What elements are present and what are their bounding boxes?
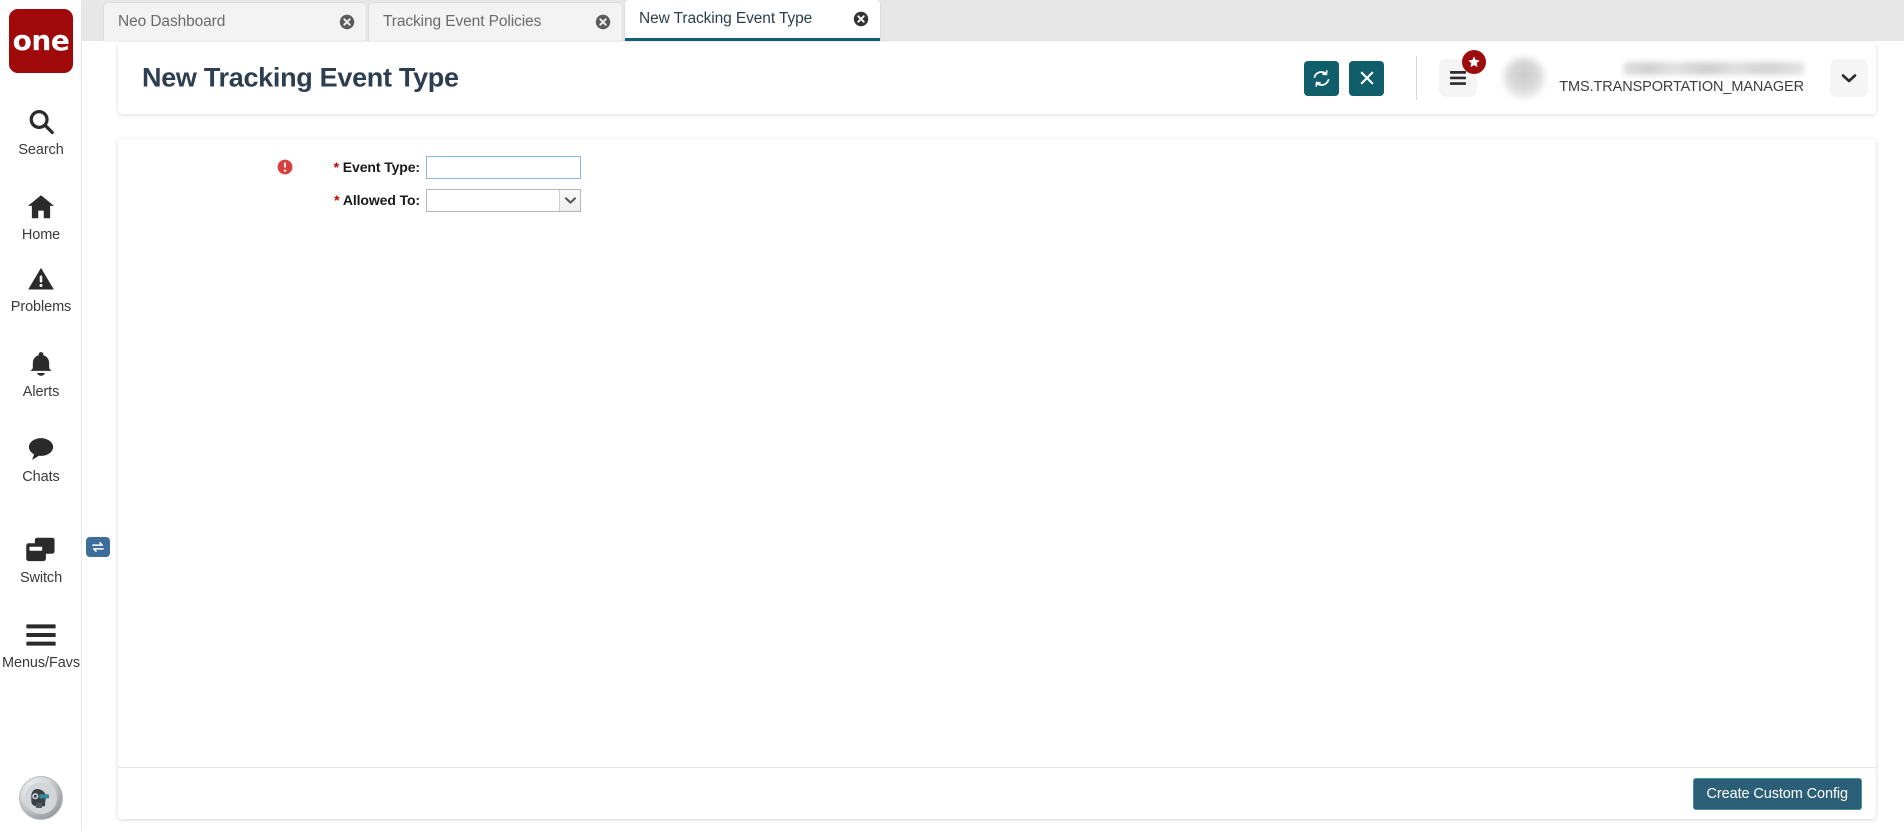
warning-triangle-icon xyxy=(24,262,58,296)
sidebar-item-home[interactable]: Home xyxy=(0,190,82,243)
field-label-allowed-to: * Allowed To: xyxy=(308,192,426,208)
tab-neo-dashboard[interactable]: Neo Dashboard xyxy=(104,3,366,41)
error-circle-icon xyxy=(277,159,293,175)
sidebar-item-problems[interactable]: Problems xyxy=(0,262,82,315)
bell-icon xyxy=(24,347,58,381)
user-display-name-redacted xyxy=(1624,61,1804,75)
sidebar-item-alerts[interactable]: Alerts xyxy=(0,347,82,400)
sidebar-item-label: Problems xyxy=(10,299,72,315)
tab-label: New Tracking Event Type xyxy=(639,10,813,27)
sidebar-item-label: Search xyxy=(18,142,64,158)
field-label-text: Event Type: xyxy=(342,159,420,175)
create-custom-config-button[interactable]: Create Custom Config xyxy=(1692,777,1862,810)
content-card: * Event Type: * Allowed To: Create Custo… xyxy=(118,139,1876,819)
sidebar-item-label: Switch xyxy=(19,570,63,586)
menus-button[interactable] xyxy=(1439,50,1487,97)
card-footer: Create Custom Config xyxy=(118,767,1876,819)
tab-tracking-event-policies[interactable]: Tracking Event Policies xyxy=(369,3,622,41)
field-label-text: Allowed To: xyxy=(342,192,420,208)
one-logo[interactable]: one xyxy=(9,9,73,73)
form-area: * Event Type: * Allowed To: xyxy=(118,139,1876,767)
avatar xyxy=(1503,57,1546,99)
user-menu-chevron-down-icon[interactable] xyxy=(1830,59,1868,97)
sidebar-item-label: Menus/Favs xyxy=(2,655,80,671)
sidebar-item-switch[interactable]: Switch xyxy=(0,533,110,586)
page-header-card: New Tracking Event Type TMS.TRANSPORTATI… xyxy=(118,42,1876,114)
windows-switch-icon xyxy=(24,533,110,567)
user-role-label: TMS.TRANSPORTATION_MANAGER xyxy=(1559,78,1804,95)
close-icon[interactable] xyxy=(338,13,356,31)
one-logo-text: one xyxy=(12,24,70,57)
sidebar-item-search[interactable]: Search xyxy=(0,105,82,158)
close-icon[interactable] xyxy=(852,10,870,28)
hamburger-icon xyxy=(24,618,58,652)
required-asterisk: * xyxy=(333,159,339,175)
sidebar-item-label: Alerts xyxy=(22,384,60,400)
chat-bubble-icon xyxy=(24,432,58,466)
refresh-button[interactable] xyxy=(1304,60,1340,96)
user-names: TMS.TRANSPORTATION_MANAGER xyxy=(1559,61,1804,95)
star-icon xyxy=(1462,50,1487,74)
chevron-down-icon[interactable] xyxy=(559,189,580,211)
sidebar-item-label: Chats xyxy=(22,469,60,485)
swap-arrows-icon[interactable] xyxy=(86,537,110,557)
header-actions: TMS.TRANSPORTATION_MANAGER xyxy=(1294,42,1868,114)
sidebar-item-chats[interactable]: Chats xyxy=(0,432,82,485)
form-row-event-type: * Event Type: xyxy=(277,155,581,179)
tab-bar: Neo Dashboard Tracking Event Policies Ne… xyxy=(82,0,1904,41)
form-row-allowed-to: * Allowed To: xyxy=(308,188,581,212)
search-icon xyxy=(24,105,58,139)
user-menu[interactable]: TMS.TRANSPORTATION_MANAGER xyxy=(1503,57,1804,99)
app-root: one Search Home Problems Alerts Chats Sw… xyxy=(0,0,1904,831)
event-type-input[interactable] xyxy=(426,155,581,179)
sidebar-item-menus-favs[interactable]: Menus/Favs xyxy=(0,618,82,671)
allowed-to-select[interactable] xyxy=(426,188,581,212)
required-asterisk: * xyxy=(334,192,340,208)
page-title: New Tracking Event Type xyxy=(142,62,459,93)
home-icon xyxy=(24,190,58,224)
tab-label: Neo Dashboard xyxy=(118,13,226,30)
header-divider xyxy=(1416,56,1418,100)
tab-label: Tracking Event Policies xyxy=(383,13,542,30)
field-label-event-type: * Event Type: xyxy=(308,159,426,175)
tab-new-tracking-event-type[interactable]: New Tracking Event Type xyxy=(625,0,880,41)
ai-assistant-avatar-icon[interactable] xyxy=(19,776,63,820)
sidebar-item-label: Home xyxy=(21,227,61,243)
left-sidebar: one Search Home Problems Alerts Chats Sw… xyxy=(0,0,110,831)
close-page-button[interactable] xyxy=(1349,60,1385,96)
close-icon[interactable] xyxy=(594,13,612,31)
